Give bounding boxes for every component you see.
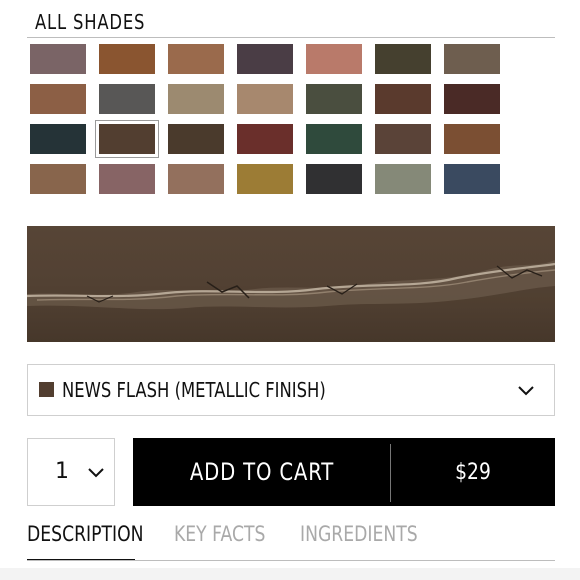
metallic-texture-image — [27, 226, 555, 342]
shade-swatch[interactable] — [95, 120, 159, 158]
shade-swatch[interactable] — [30, 84, 86, 114]
shade-swatch[interactable] — [375, 84, 431, 114]
shade-dropdown[interactable]: NEWS FLASH (METALLIC FINISH) — [27, 364, 555, 416]
chevron-down-icon — [88, 468, 104, 478]
shade-swatch[interactable] — [30, 44, 86, 74]
selected-shade-label: NEWS FLASH (METALLIC FINISH) — [62, 378, 326, 402]
tab-ingredients[interactable]: INGREDIENTS — [300, 522, 418, 546]
shade-swatch[interactable] — [168, 84, 224, 114]
shade-swatch[interactable] — [306, 124, 362, 154]
add-to-cart-bar: ADD TO CART $29 — [133, 438, 555, 506]
add-to-cart-label: ADD TO CART — [189, 458, 334, 486]
chevron-down-icon — [518, 386, 534, 396]
shade-texture-preview — [27, 226, 555, 342]
shade-swatch[interactable] — [306, 44, 362, 74]
quantity-select[interactable]: 1 — [27, 438, 115, 506]
quantity-value: 1 — [55, 459, 69, 484]
shade-swatch[interactable] — [444, 84, 500, 114]
price-value: $29 — [455, 459, 491, 485]
shade-swatch[interactable] — [444, 164, 500, 194]
shade-swatch[interactable] — [375, 44, 431, 74]
tabs-divider — [27, 560, 555, 561]
shade-swatch[interactable] — [168, 124, 224, 154]
shade-swatch[interactable] — [99, 84, 155, 114]
shade-swatch[interactable] — [444, 44, 500, 74]
shade-swatch[interactable] — [168, 164, 224, 194]
tab-key-facts[interactable]: KEY FACTS — [174, 522, 265, 546]
shade-swatch[interactable] — [99, 44, 155, 74]
shade-swatch[interactable] — [237, 124, 293, 154]
price-display: $29 — [391, 438, 555, 506]
page-bottom-edge — [0, 568, 580, 580]
shade-swatch[interactable] — [444, 124, 500, 154]
shade-swatch[interactable] — [375, 124, 431, 154]
shade-swatch[interactable] — [30, 124, 86, 154]
shade-swatch[interactable] — [99, 164, 155, 194]
shade-swatch[interactable] — [168, 44, 224, 74]
product-info-tabs: DESCRIPTION KEY FACTS INGREDIENTS — [27, 518, 555, 562]
selected-shade-chip — [39, 382, 54, 397]
shade-swatch[interactable] — [30, 164, 86, 194]
shade-swatch[interactable] — [237, 44, 293, 74]
shade-swatch[interactable] — [306, 84, 362, 114]
heading-divider — [27, 37, 555, 38]
shades-heading: ALL SHADES — [35, 10, 146, 34]
tab-description[interactable]: DESCRIPTION — [27, 522, 144, 546]
shade-swatch[interactable] — [306, 164, 362, 194]
shade-swatch[interactable] — [237, 84, 293, 114]
add-to-cart-button[interactable]: ADD TO CART — [133, 438, 390, 506]
shade-swatch-grid — [30, 44, 510, 202]
shade-swatch[interactable] — [237, 164, 293, 194]
shade-swatch[interactable] — [375, 164, 431, 194]
